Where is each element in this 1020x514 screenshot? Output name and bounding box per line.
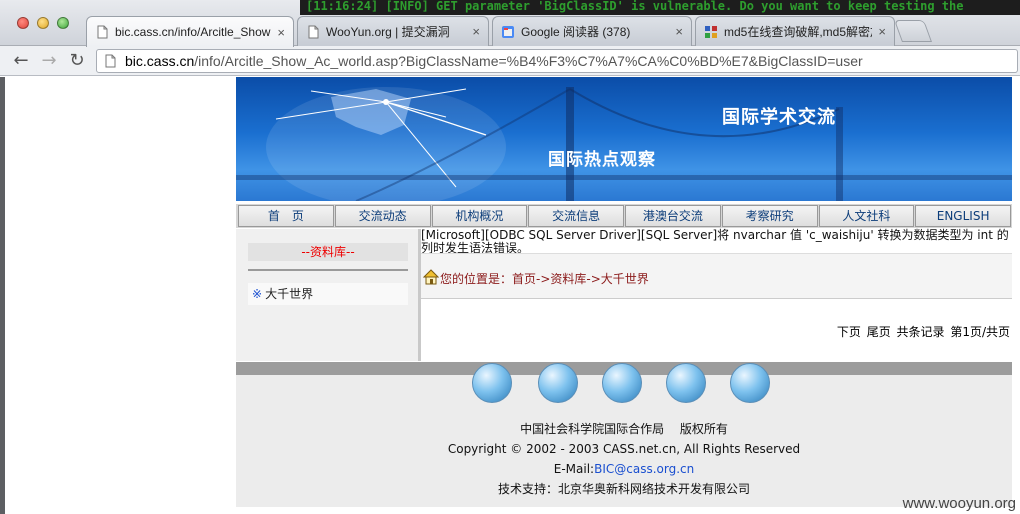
nav-hk-macau-taiwan[interactable]: 港澳台交流 — [625, 205, 721, 227]
footer: 中国社会科学院国际合作局 版权所有 Copyright © 2002 - 200… — [236, 363, 1012, 507]
url-path: /info/Arcitle_Show_Ac_world.asp?BigClass… — [194, 53, 863, 69]
address-bar[interactable]: bic.cass.cn/info/Arcitle_Show_Ac_world.a… — [96, 49, 1018, 73]
nav-exchange-news[interactable]: 交流动态 — [334, 205, 431, 227]
footer-text: 中国社会科学院国际合作局 版权所有 Copyright © 2002 - 200… — [236, 419, 1012, 499]
home-icon — [423, 269, 439, 285]
nav-about[interactable]: 机构概况 — [431, 205, 528, 227]
browser-toolbar: ← → ↻ bic.cass.cn/info/Arcitle_Show_Ac_w… — [0, 46, 1020, 76]
forward-arrow-icon[interactable]: → — [38, 50, 60, 72]
main-nav: 首 页 交流动态 机构概况 交流信息 港澳台交流 考察研究 人文社科 ENGLI… — [236, 204, 1012, 228]
copyright-owner: 中国社会科学院国际合作局 版权所有 — [520, 422, 728, 436]
contact-email: E-Mail:BIC@cass.org.cn — [236, 459, 1012, 479]
window-edge — [0, 77, 5, 514]
main-content: [Microsoft][ODBC SQL Server Driver][SQL … — [421, 229, 1012, 361]
nav-exchange-info[interactable]: 交流信息 — [528, 205, 624, 227]
pagination[interactable]: 下页 尾页 共条记录 第1页/共页 — [837, 323, 1010, 340]
tab-close-icon[interactable]: × — [878, 24, 886, 39]
home-globe-icon[interactable] — [472, 363, 512, 403]
window-minimize-button[interactable] — [37, 17, 49, 29]
footer-icons — [472, 363, 772, 413]
background-terminal-text: [11:16:24] [INFO] GET parameter 'BigClas… — [300, 0, 1020, 15]
new-tab-button[interactable] — [893, 20, 933, 42]
copyright-notice: Copyright © 2002 - 2003 CASS.net.cn, All… — [447, 442, 801, 456]
tech-support: 技术支持：北京华奥新科网络技术开发有限公司 — [497, 482, 750, 496]
tab-label: WooYun.org | 提交漏洞 — [326, 25, 450, 39]
tab-md5[interactable]: md5在线查询破解,md5解密加 × — [695, 16, 895, 46]
window-maximize-button[interactable] — [57, 17, 69, 29]
bullet-icon: ※ — [252, 287, 263, 301]
tab-close-icon[interactable]: × — [472, 24, 480, 39]
nav-research[interactable]: 考察研究 — [721, 205, 818, 227]
google-reader-icon — [502, 25, 514, 38]
back-arrow-icon[interactable]: ← — [10, 50, 32, 72]
nav-humanities[interactable]: 人文社科 — [818, 205, 915, 227]
breadcrumb-text: 您的位置是：首页->资料库->大千世界 — [440, 272, 649, 286]
tab-label: Google 阅读器 (378) — [521, 25, 631, 39]
page-icon — [308, 25, 319, 38]
tab-close-icon[interactable]: × — [277, 25, 285, 40]
nav-home[interactable]: 首 页 — [238, 205, 334, 227]
reload-icon[interactable]: ↻ — [66, 50, 88, 72]
browser-titlebar: [11:16:24] [INFO] GET parameter 'BigClas… — [0, 0, 1020, 47]
email-link[interactable]: BIC@cass.org.cn — [594, 462, 694, 476]
sidebar-header: --资料库-- — [248, 243, 408, 261]
tab-label: bic.cass.cn/info/Arcitle_Show — [115, 25, 271, 39]
banner-title: 国际学术交流 — [722, 107, 836, 128]
page-icon — [105, 54, 116, 68]
sidebar-item-label: 大千世界 — [265, 287, 314, 301]
grid-icon — [705, 25, 717, 38]
watermark: www.wooyun.org — [902, 495, 1016, 512]
tab-wooyun[interactable]: WooYun.org | 提交漏洞 × — [297, 16, 489, 46]
banner-subtitle: 国际热点观察 — [548, 150, 656, 170]
tab-bic-cass[interactable]: bic.cass.cn/info/Arcitle_Show × — [86, 16, 294, 47]
sql-error-message: [Microsoft][ODBC SQL Server Driver][SQL … — [421, 228, 1009, 255]
breadcrumb: 您的位置是：首页->资料库->大千世界 — [421, 253, 1012, 299]
sidebar: --资料库-- ※ 大千世界 — [236, 229, 418, 361]
tab-close-icon[interactable]: × — [675, 24, 683, 39]
sidebar-item-world[interactable]: ※ 大千世界 — [248, 283, 408, 305]
banner-graphic — [236, 87, 1012, 201]
book-icon[interactable] — [730, 363, 770, 403]
folder-icon[interactable] — [538, 363, 578, 403]
pen-icon[interactable] — [602, 363, 642, 403]
nav-english[interactable]: ENGLISH — [915, 205, 1011, 227]
sidebar-divider — [248, 269, 408, 271]
tab-google-reader[interactable]: Google 阅读器 (378) × — [492, 16, 692, 46]
web-page: 国际学术交流 国际热点观察 首 页 交流动态 机构概况 交流信息 港澳台交流 考… — [0, 77, 1020, 514]
mail-icon[interactable] — [666, 363, 706, 403]
email-label: E-Mail: — [553, 462, 595, 476]
tab-label: md5在线查询破解,md5解密加 — [724, 25, 873, 39]
url-host: bic.cass.cn — [125, 53, 195, 69]
window-close-button[interactable] — [17, 17, 29, 29]
site-banner: 国际学术交流 国际热点观察 — [236, 77, 1012, 201]
page-icon — [97, 25, 108, 39]
